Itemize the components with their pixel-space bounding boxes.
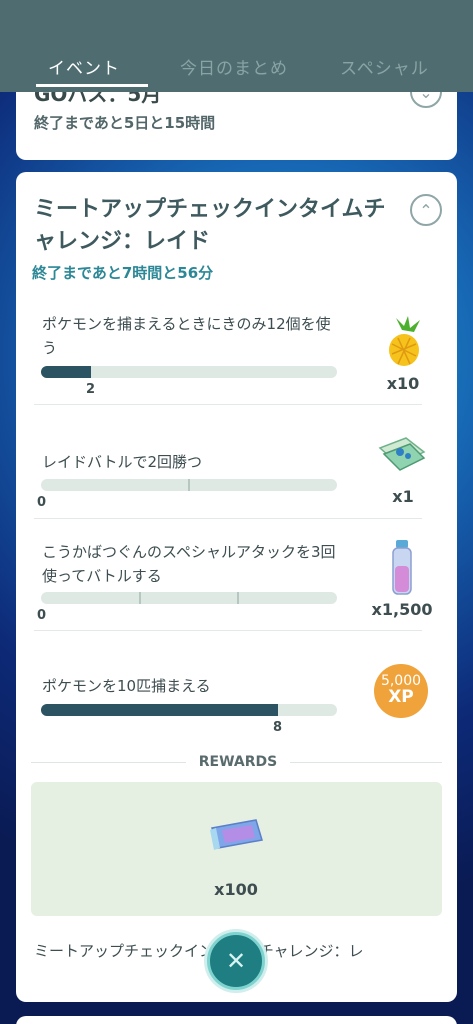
task-label-berries: ポケモンを捕まえるときにきのみ12個を使う	[42, 315, 331, 357]
active-tab-indicator	[36, 84, 148, 87]
tab-today-summary[interactable]: 今日のまとめ	[180, 54, 288, 79]
tab-event[interactable]: イベント	[48, 54, 120, 79]
xp-label: XP	[388, 687, 414, 707]
task-reward-amount: x10	[386, 374, 420, 393]
chevron-up-icon: ⌃	[419, 200, 433, 220]
stardust-vial-icon	[392, 540, 412, 595]
collapse-chevron-button[interactable]: ⌃	[410, 194, 442, 226]
rewards-heading: REWARDS	[198, 754, 278, 770]
task-divider	[34, 518, 422, 519]
task-progress-bar-raid	[41, 479, 337, 491]
task-progress-value: 0	[37, 495, 47, 510]
tab-bar: イベント 今日のまとめ スペシャル	[0, 0, 473, 92]
progress-segment-divider	[139, 592, 141, 604]
event-title: ミートアップチェックインタイムチャレンジ：レイド	[34, 197, 386, 254]
progress-segment-divider	[188, 479, 190, 491]
task-progress-bar-super-effective	[41, 592, 337, 604]
task-progress-bar-berries	[41, 366, 337, 378]
close-icon: ✕	[225, 947, 247, 975]
task-divider	[34, 404, 422, 405]
task-label-catch-pokemon: ポケモンを10匹捕まえる	[42, 677, 211, 695]
task-progress-fill	[41, 366, 91, 378]
gopass-time-left: 終了まであと5日と15時間	[34, 114, 216, 132]
task-reward-amount: x1	[392, 487, 414, 506]
task-progress-bar-catch	[41, 704, 337, 716]
task-progress-value: 8	[273, 720, 283, 735]
rewards-divider-right	[290, 762, 442, 763]
event-card-next[interactable]	[16, 1016, 457, 1024]
progress-segment-divider	[237, 592, 239, 604]
close-button[interactable]: ✕	[207, 932, 265, 990]
pinap-berry-icon	[389, 316, 420, 366]
tab-special[interactable]: スペシャル	[340, 54, 429, 79]
task-label-raid-wins: レイドバトルで2回勝つ	[42, 453, 202, 471]
task-label-super-effective: こうかばつぐんのスペシャルアタックを3回使ってバトルする	[42, 543, 336, 585]
rewards-divider-left	[31, 762, 186, 763]
xp-badge-icon: 5,000 XP	[374, 664, 428, 718]
raid-pass-icon	[378, 437, 426, 471]
task-reward-amount: x1,500	[371, 600, 433, 619]
task-progress-value: 0	[37, 608, 47, 623]
rewards-amount: x100	[214, 880, 258, 899]
task-progress-value: 2	[86, 382, 96, 397]
task-progress-fill	[41, 704, 278, 716]
task-divider	[34, 630, 422, 631]
event-time-left: 終了まであと7時間と56分	[32, 264, 214, 282]
ticket-icon	[210, 819, 263, 850]
